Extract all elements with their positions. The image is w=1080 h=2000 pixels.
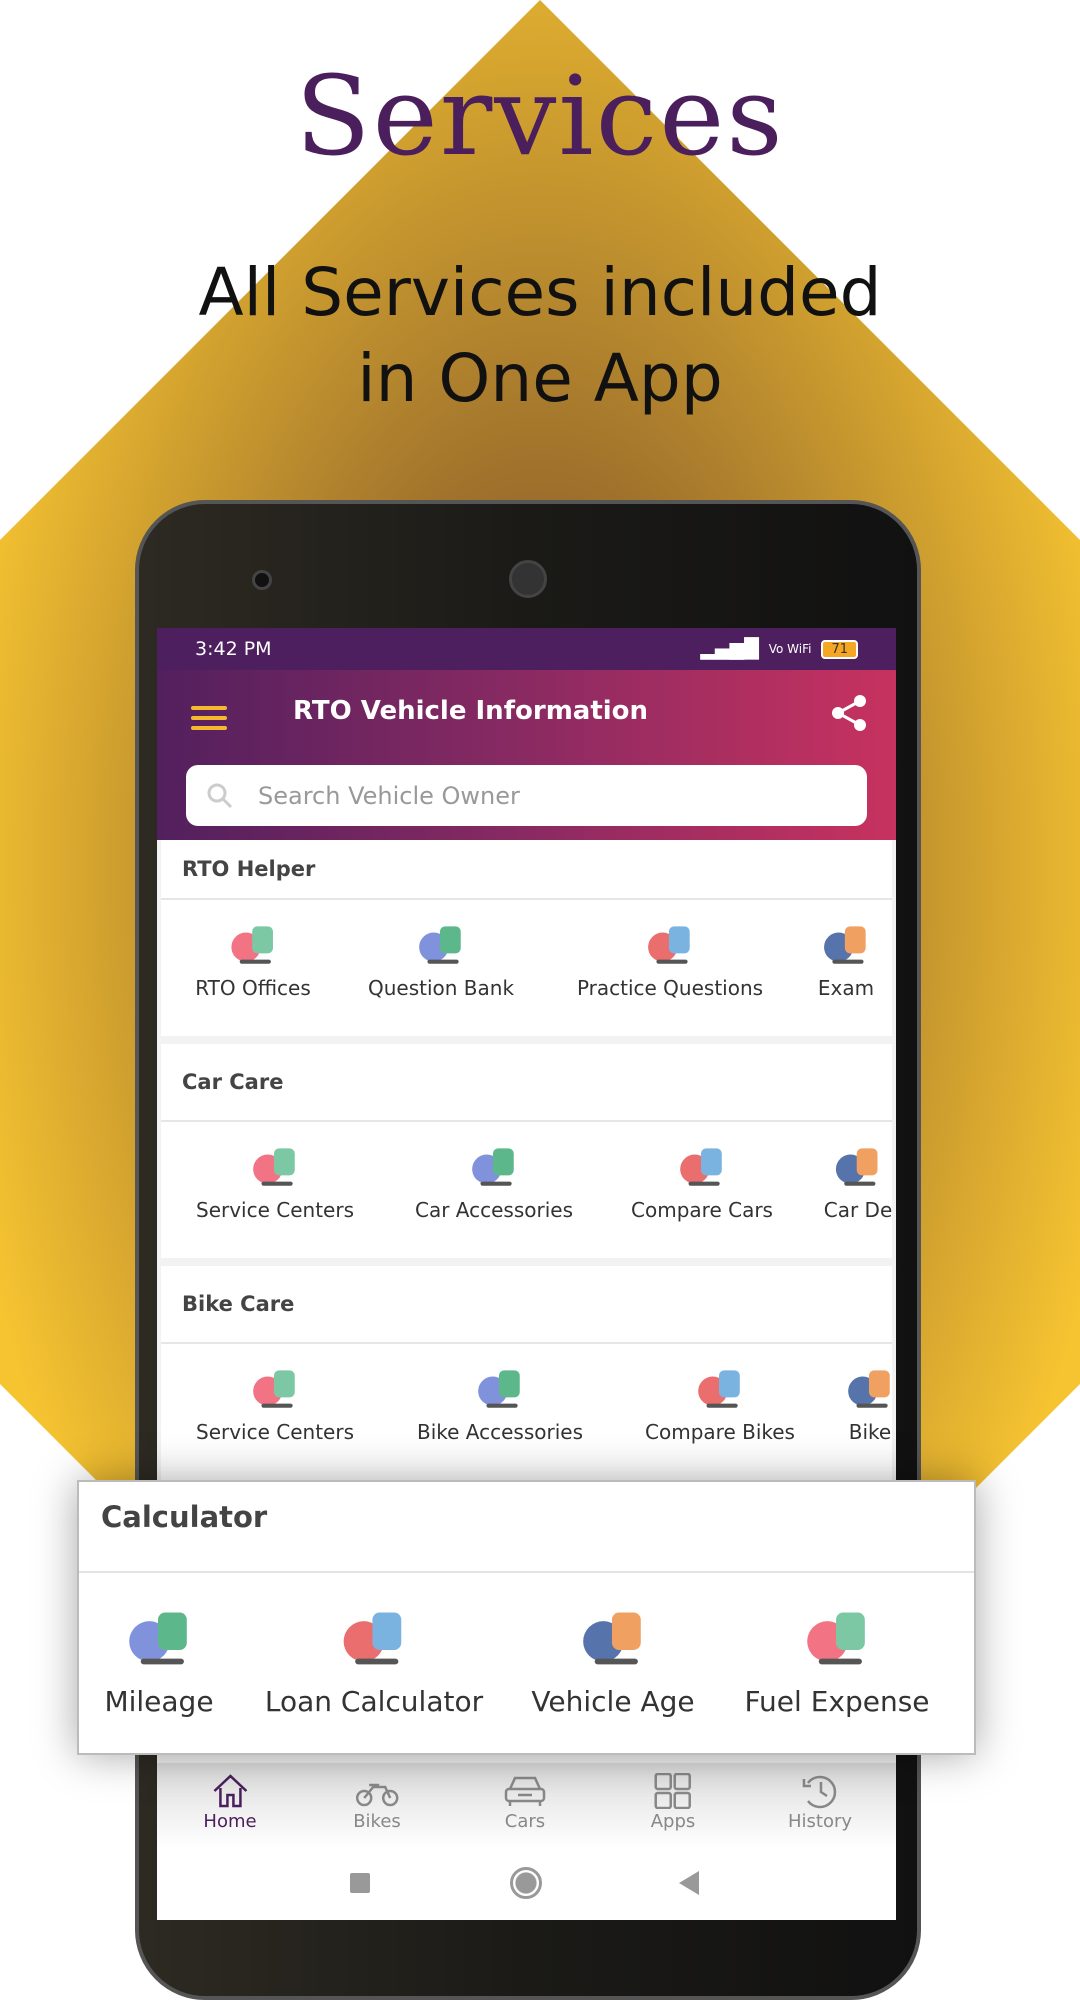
service-item[interactable]: Car Accessories (415, 1122, 573, 1222)
recents-button[interactable] (350, 1873, 370, 1893)
service-item[interactable]: Compare Cars (631, 1122, 773, 1222)
history-icon (802, 1775, 837, 1809)
service-item[interactable]: Bike Accessories (417, 1344, 583, 1444)
search-input[interactable] (258, 781, 818, 810)
dealer-icon (836, 1148, 878, 1186)
service-label: Exam (817, 976, 875, 1000)
exam-icon (824, 926, 866, 964)
nav-label: Cars (504, 1811, 546, 1832)
scale-icon (698, 1370, 740, 1408)
calculator-card: Calculator Mileage Loan Calculator Vehicle… (77, 1480, 976, 1755)
service-label: Car Accessories (414, 1198, 574, 1222)
handlebar-icon (253, 1370, 295, 1408)
battery-icon: 71 (821, 639, 858, 659)
service-label: Bike (848, 1420, 892, 1444)
calculator-heading: Calculator (79, 1482, 974, 1573)
document-calculator-icon (582, 1612, 641, 1665)
service-label: Bike Accessories (416, 1420, 584, 1444)
hamburger-icon[interactable] (191, 700, 227, 736)
signal-icon: ▂▄▆█ (700, 638, 759, 660)
speaker (509, 560, 547, 598)
calculator-item[interactable]: Mileage (104, 1573, 214, 1718)
question-chat-icon (419, 926, 461, 964)
service-label: Service Centers (195, 1420, 355, 1444)
scale-icon (680, 1148, 722, 1186)
service-label: Compare Cars (631, 1198, 773, 1222)
calculator-label: Fuel Expense (744, 1685, 930, 1718)
hero-title: Services (295, 52, 785, 180)
map-pin-icon (231, 926, 273, 964)
camera (252, 570, 272, 590)
calculator-label: Vehicle Age (531, 1685, 695, 1718)
status-bar: 3:42 PM ▂▄▆█ Vo WiFi 71 (157, 628, 896, 670)
motorbike-icon (355, 1783, 399, 1807)
section-heading: RTO Helper (161, 840, 892, 900)
subtitle-line: in One App (357, 340, 723, 417)
presentation-icon (648, 926, 690, 964)
calculator-item[interactable]: Vehicle Age (531, 1573, 695, 1718)
calculator-label: Loan Calculator (264, 1685, 484, 1718)
calculator-icon (128, 1612, 187, 1665)
home-system-button[interactable] (510, 1867, 542, 1899)
service-item[interactable]: Bike (844, 1344, 896, 1444)
service-label: Practice Questions (576, 976, 764, 1000)
loan-calculator-icon (343, 1612, 402, 1665)
calculator-item[interactable]: Loan Calculator (265, 1573, 483, 1718)
car-icon (504, 1776, 546, 1806)
app-bar: RTO Vehicle Information (157, 670, 896, 840)
subtitle-line: All Services included (198, 254, 882, 331)
section-heading: Bike Care (161, 1266, 892, 1344)
service-item[interactable]: RTO Offices (195, 900, 311, 1000)
service-label: Compare Bikes (645, 1420, 795, 1444)
grid-icon (654, 1773, 692, 1809)
system-navigation (157, 1849, 896, 1920)
wifi-label: Vo WiFi (768, 642, 812, 656)
service-label: RTO Offices (195, 976, 311, 1000)
nav-bikes[interactable]: Bikes (353, 1773, 401, 1832)
share-icon[interactable] (830, 694, 868, 732)
section-heading: Car Care (161, 1044, 892, 1122)
back-button[interactable] (679, 1871, 699, 1895)
service-item[interactable]: Service Centers (196, 1344, 354, 1444)
nav-label: History (787, 1811, 853, 1832)
status-icons: ▂▄▆█ Vo WiFi 71 (700, 638, 858, 660)
hero-subtitle: All Services included in One App (0, 250, 1080, 422)
nav-cars[interactable]: Cars (502, 1773, 548, 1832)
app-title: RTO Vehicle Information (293, 696, 649, 726)
mechanic-icon (253, 1148, 295, 1186)
calculator-item[interactable]: Fuel Expense (744, 1573, 930, 1718)
service-label: Service Centers (195, 1198, 355, 1222)
bike-icon (848, 1370, 890, 1408)
nav-label: Bikes (353, 1811, 401, 1832)
section-card: RTO Helper RTO Offices Question Bank Practi… (161, 840, 892, 1036)
section-card: Car Care Service Centers Car Accessories Co… (161, 1044, 892, 1258)
service-item[interactable]: Service Centers (196, 1122, 354, 1222)
service-item[interactable]: Exam (818, 900, 874, 1000)
service-item[interactable]: Car De (823, 1122, 893, 1222)
status-time: 3:42 PM (195, 638, 272, 660)
calendar-add-icon (806, 1612, 865, 1665)
service-label: Car De (823, 1198, 893, 1222)
service-item[interactable]: Question Bank (368, 900, 514, 1000)
calculator-label: Mileage (104, 1685, 214, 1718)
section-card: Bike Care Service Centers Bike Accessories… (161, 1266, 892, 1480)
nav-apps[interactable]: Apps (650, 1773, 696, 1832)
service-item[interactable]: Compare Bikes (645, 1344, 795, 1444)
accessory-icon (472, 1148, 514, 1186)
nav-label: Home (203, 1811, 257, 1832)
home-icon (213, 1774, 247, 1808)
helmet-icon (478, 1370, 520, 1408)
search-bar[interactable] (186, 765, 867, 826)
nav-history[interactable]: History (788, 1773, 852, 1832)
nav-label: Apps (650, 1811, 696, 1832)
service-label: Question Bank (367, 976, 515, 1000)
nav-home[interactable]: Home (203, 1773, 257, 1832)
search-icon (207, 783, 233, 808)
service-item[interactable]: Practice Questions (577, 900, 763, 1000)
bottom-navigation: Home Bikes Cars Apps History (157, 1763, 896, 1849)
